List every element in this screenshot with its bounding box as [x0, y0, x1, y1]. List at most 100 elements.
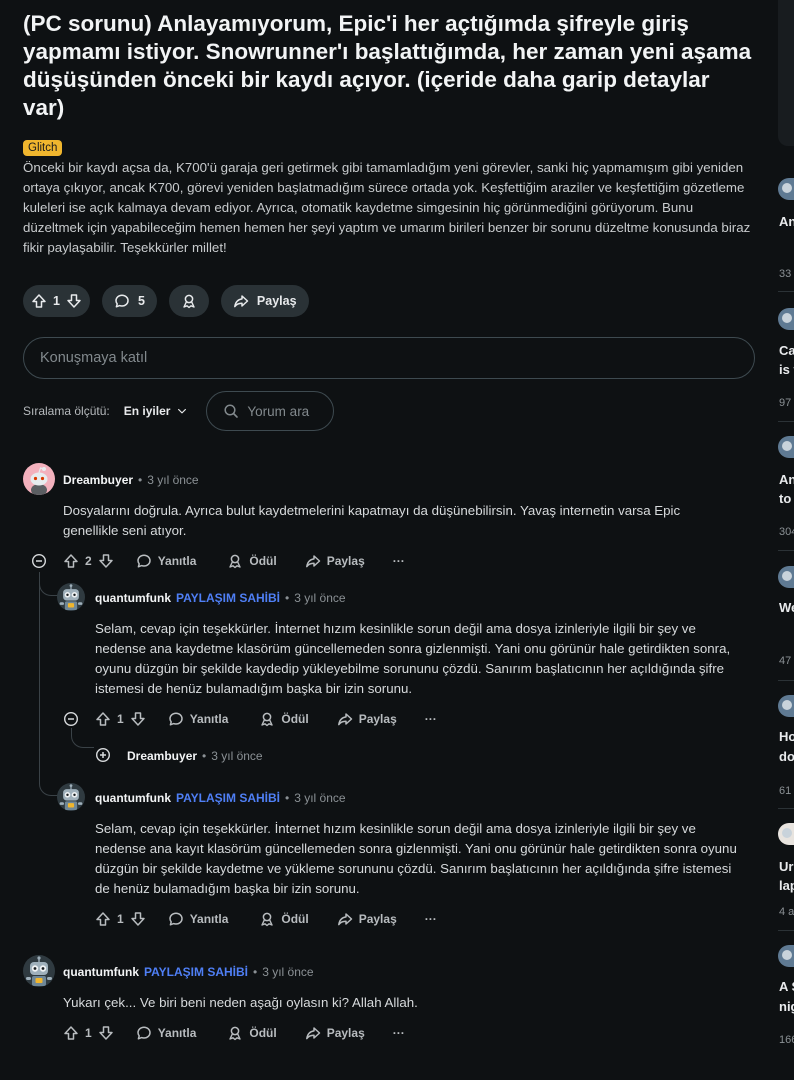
award-icon [229, 1026, 242, 1041]
comment-author[interactable]: Dreambuyer [127, 749, 197, 763]
avatar[interactable] [57, 583, 85, 611]
comment-time[interactable]: 3 yıl önce [211, 749, 262, 763]
comment-author[interactable]: quantumfunk [63, 965, 139, 979]
comment-meta: Dreambuyer • 3 yıl önce [127, 749, 263, 763]
post-actions: 1 5 Paylaş [23, 285, 309, 317]
award-button[interactable] [168, 285, 209, 317]
upvote-icon[interactable] [63, 1025, 79, 1041]
upvote-icon[interactable] [63, 553, 79, 569]
sort-dropdown[interactable]: En iyiler [124, 404, 189, 418]
award-button[interactable]: Ödül [259, 911, 309, 927]
downvote-icon[interactable] [130, 911, 146, 927]
share-button[interactable]: Paylaş [337, 711, 397, 727]
share-button[interactable]: Paylaş [337, 911, 397, 927]
avatar[interactable] [23, 463, 55, 495]
vote-count: 1 [117, 912, 124, 926]
avatar[interactable] [57, 783, 85, 811]
community-icon [778, 945, 794, 967]
chevron-down-icon [178, 408, 187, 414]
comments-button[interactable]: 5 [101, 285, 157, 317]
downvote-icon[interactable] [98, 553, 114, 569]
vote-group: 1 [95, 911, 146, 927]
award-label: Ödül [281, 912, 309, 926]
upvote-icon[interactable] [95, 711, 111, 727]
reply-button[interactable]: Yanıtla [136, 1025, 196, 1041]
share-icon [305, 1027, 320, 1040]
comment-meta: quantumfunk PAYLAŞIM SAHİBİ • 3 yıl önce [95, 791, 346, 805]
comment-actions: 2 Yanıtla Ödül Paylaş ··· [63, 549, 405, 573]
downvote-icon[interactable] [66, 293, 82, 309]
comment-actions: 1 Yanıtla Ödül Paylaş ··· [95, 907, 437, 931]
collapse-icon[interactable] [31, 553, 47, 569]
share-icon [337, 913, 352, 926]
share-label: Paylaş [326, 554, 365, 568]
comment-author[interactable]: quantumfunk [95, 591, 171, 605]
related-post-title: Ca [779, 343, 794, 358]
reply-button[interactable]: Yanıtla [168, 911, 228, 927]
share-label: Paylaş [256, 294, 297, 308]
post-flair[interactable]: Glitch [23, 140, 63, 156]
meta-separator: • [253, 965, 258, 979]
join-placeholder: Konuşmaya katıl [40, 350, 148, 366]
sidebar-card [778, 0, 794, 146]
comment-author[interactable]: quantumfunk [95, 791, 171, 805]
related-post-title: An [779, 214, 794, 229]
community-icon [778, 566, 794, 588]
reply-button[interactable]: Yanıtla [136, 553, 196, 569]
more-options-button[interactable]: ··· [425, 912, 437, 926]
related-post-count: 47 [779, 655, 792, 667]
share-button[interactable]: Paylaş [305, 1025, 365, 1041]
award-button[interactable]: Ödül [227, 1025, 277, 1041]
robot-avatar-icon [23, 955, 55, 987]
share-button[interactable]: Paylaş [220, 285, 309, 317]
more-options-button[interactable]: ··· [393, 1026, 405, 1040]
comment-text: Selam, cevap için teşekkürler. İnternet … [95, 621, 731, 696]
upvote-icon[interactable] [95, 911, 111, 927]
comment-search-input[interactable]: Yorum ara [206, 391, 335, 431]
divider [778, 421, 794, 422]
op-badge: PAYLAŞIM SAHİBİ [176, 591, 281, 605]
related-post-title: A S [779, 979, 794, 994]
related-post-count: 33 [779, 268, 792, 280]
more-options-button[interactable]: ··· [425, 712, 437, 726]
comment-author[interactable]: Dreambuyer [63, 473, 133, 487]
award-button[interactable]: Ödül [227, 553, 277, 569]
comment-time[interactable]: 3 yıl önce [294, 791, 345, 805]
community-icon [778, 308, 794, 330]
comment-icon [115, 294, 129, 308]
post-body: Önceki bir kaydı açsa da, K700'ü garaja … [23, 160, 751, 255]
robot-avatar-icon [57, 583, 85, 611]
sort-row: Sıralama ölçütü: En iyiler Yorum ara [23, 391, 335, 431]
share-button[interactable]: Paylaş [305, 553, 365, 569]
search-icon [224, 404, 239, 418]
comment-time[interactable]: 3 yıl önce [294, 591, 345, 605]
divider [778, 930, 794, 931]
related-post-title: Ho [779, 729, 794, 744]
join-conversation-input[interactable]: Konuşmaya katıl [23, 337, 755, 379]
award-icon [229, 554, 242, 569]
related-post-count: 4 a [779, 906, 794, 918]
thread-line [39, 572, 40, 772]
post-vote-pill: 1 [23, 285, 90, 317]
meta-separator: • [285, 591, 290, 605]
related-post-count: 61 [779, 785, 792, 797]
comment-meta: Dreambuyer • 3 yıl önce [63, 473, 199, 487]
vote-group: 2 [63, 553, 114, 569]
upvote-icon[interactable] [31, 293, 47, 309]
sort-value: En iyiler [123, 404, 171, 418]
divider [778, 291, 794, 292]
award-button[interactable]: Ödül [259, 711, 309, 727]
reply-button[interactable]: Yanıtla [168, 711, 228, 727]
downvote-icon[interactable] [98, 1025, 114, 1041]
comment-text: Yukarı çek... Ve biri beni neden aşağı o… [63, 995, 418, 1010]
expand-icon[interactable] [95, 747, 111, 763]
avatar[interactable] [23, 955, 55, 987]
downvote-icon[interactable] [130, 711, 146, 727]
more-options-button[interactable]: ··· [393, 554, 405, 568]
collapse-icon[interactable] [63, 711, 79, 727]
related-post-count: 304 [779, 526, 794, 538]
comment-time[interactable]: 3 yıl önce [262, 965, 313, 979]
comment-time[interactable]: 3 yıl önce [147, 473, 198, 487]
robot-avatar-icon [57, 783, 85, 811]
related-post-title-line2: lap [779, 878, 794, 893]
